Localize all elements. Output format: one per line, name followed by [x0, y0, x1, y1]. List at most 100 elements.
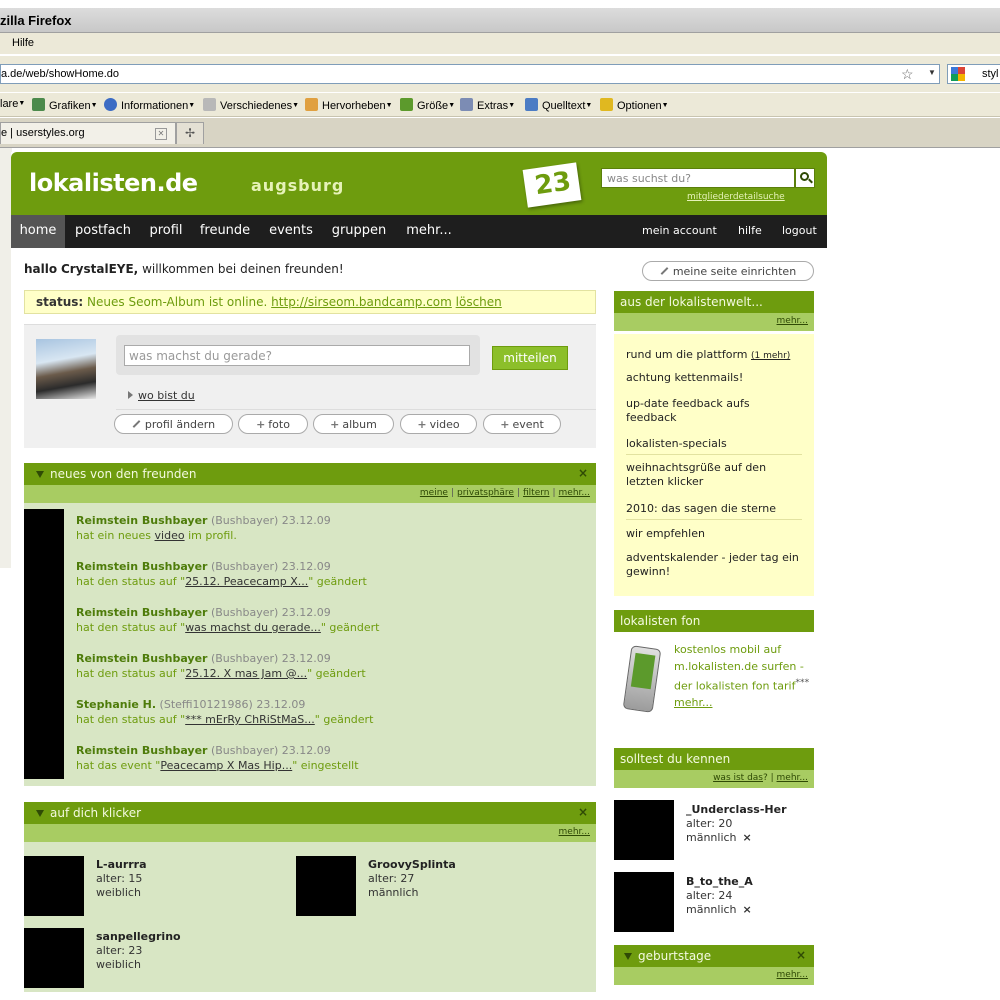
- nav-logout[interactable]: logout: [782, 224, 817, 237]
- avatar[interactable]: [36, 339, 96, 399]
- feed-user-name[interactable]: Reimstein Bushbayer: [76, 514, 207, 527]
- tab-userstyles[interactable]: e | userstyles.org ✕: [0, 122, 176, 144]
- edit-profile-button[interactable]: profil ändern: [114, 414, 233, 434]
- video-button[interactable]: + video: [400, 414, 477, 434]
- suggestion-name[interactable]: _Underclass-Her: [686, 803, 787, 816]
- news-item[interactable]: wir empfehlen: [626, 527, 802, 541]
- feed-link-privacy[interactable]: privatsphäre: [457, 488, 514, 498]
- fon-text[interactable]: kostenlos mobil auf m.lokalisten.de surf…: [674, 642, 814, 712]
- close-icon[interactable]: ×: [578, 466, 588, 480]
- nav-postfach[interactable]: postfach: [67, 215, 139, 248]
- news-item[interactable]: weihnachtsgrüße auf den letzten klicker: [626, 461, 802, 489]
- feed-item-link[interactable]: was machst du gerade...: [185, 621, 321, 634]
- menu-help[interactable]: Hilfe: [12, 37, 34, 49]
- suggest-more-link[interactable]: mehr...: [777, 773, 808, 783]
- news-item[interactable]: 2010: das sagen die sterne: [626, 502, 802, 516]
- share-button[interactable]: mitteilen: [492, 346, 568, 370]
- nav-profil[interactable]: profil: [141, 215, 191, 248]
- photo-button[interactable]: + foto: [238, 414, 308, 434]
- nav-more[interactable]: mehr...: [399, 215, 459, 248]
- suggestion-name[interactable]: B_to_the_A: [686, 875, 753, 888]
- news-item[interactable]: lokalisten-specials: [626, 437, 802, 451]
- toolbar-item-tools[interactable]: Extras▼: [460, 98, 515, 112]
- feed-item-link[interactable]: *** mErRy ChRiStMaS...: [185, 713, 315, 726]
- visitor-avatar[interactable]: [24, 856, 84, 916]
- dismiss-icon[interactable]: ×: [743, 903, 752, 916]
- event-button[interactable]: + event: [483, 414, 561, 434]
- suggestion-avatar[interactable]: [614, 800, 674, 860]
- nav-freunde[interactable]: freunde: [194, 215, 256, 248]
- visitor-avatar[interactable]: [24, 928, 84, 988]
- browser-search-box[interactable]: styl: [947, 64, 1000, 84]
- search-icon[interactable]: [795, 168, 815, 188]
- toolbar-item-images[interactable]: Grafiken▼: [32, 98, 98, 112]
- pen-icon: [305, 98, 318, 111]
- visitors-header[interactable]: auf dich klicker ×: [24, 802, 596, 824]
- feed-user-name[interactable]: Reimstein Bushbayer: [76, 652, 207, 665]
- site-logo[interactable]: lokalisten.de: [29, 169, 198, 197]
- status-link[interactable]: http://sirseom.bandcamp.com: [271, 295, 452, 309]
- url-bar[interactable]: a.de/web/showHome.do ☆ ▼: [0, 64, 940, 84]
- toolbar-item-information[interactable]: Informationen▼: [104, 98, 195, 112]
- nav-my-account[interactable]: mein account: [642, 224, 717, 237]
- suggest-header[interactable]: solltest du kennen: [614, 748, 814, 770]
- feed-link-more[interactable]: mehr...: [559, 488, 590, 498]
- toolbar-item-source[interactable]: Quelltext▼: [525, 98, 592, 112]
- feed-item-link[interactable]: 25.12. Peacecamp X...: [185, 575, 308, 588]
- status-input[interactable]: was machst du gerade?: [124, 345, 470, 366]
- collapse-icon[interactable]: [36, 471, 44, 478]
- feed-link-mine[interactable]: meine: [420, 488, 448, 498]
- news-item-more[interactable]: (1 mehr): [751, 351, 790, 361]
- visitor-name[interactable]: GroovySplinta: [368, 858, 456, 871]
- feed-header[interactable]: neues von den freunden ×: [24, 463, 596, 485]
- setup-page-button[interactable]: meine seite einrichten: [642, 261, 814, 281]
- nav-home[interactable]: home: [11, 215, 65, 248]
- feed-user-name[interactable]: Reimstein Bushbayer: [76, 744, 207, 757]
- news-item[interactable]: up-date feedback aufs feedback: [626, 397, 802, 425]
- tab-close-icon[interactable]: ✕: [155, 128, 167, 140]
- birthdays-header[interactable]: geburtstage ×: [614, 945, 814, 967]
- close-icon[interactable]: ×: [578, 805, 588, 819]
- suggest-what-link[interactable]: was ist das: [713, 773, 763, 783]
- nav-events[interactable]: events: [263, 215, 319, 248]
- news-more-link[interactable]: mehr...: [777, 316, 808, 326]
- new-tab-icon[interactable]: ✢: [176, 122, 204, 144]
- location-toggle[interactable]: wo bist du: [128, 389, 195, 402]
- site-search-input[interactable]: was suchst du?: [601, 168, 795, 188]
- suggestion-avatar[interactable]: [614, 872, 674, 932]
- news-header[interactable]: aus der lokalistenwelt...: [614, 291, 814, 313]
- member-search-link[interactable]: mitgliederdetailsuche: [687, 192, 785, 202]
- album-button[interactable]: + album: [313, 414, 394, 434]
- collapse-icon[interactable]: [624, 953, 632, 960]
- dismiss-icon[interactable]: ×: [743, 831, 752, 844]
- feed-link-filter[interactable]: filtern: [523, 488, 549, 498]
- news-item[interactable]: achtung kettenmails!: [626, 371, 802, 385]
- feed-user-name[interactable]: Reimstein Bushbayer: [76, 560, 207, 573]
- visitor-avatar[interactable]: [296, 856, 356, 916]
- collapse-icon[interactable]: [36, 810, 44, 817]
- feed-user-name[interactable]: Reimstein Bushbayer: [76, 606, 207, 619]
- birthdays-more-link[interactable]: mehr...: [777, 970, 808, 980]
- toolbar-item-resize[interactable]: Größe▼: [400, 98, 455, 112]
- news-item[interactable]: adventskalender - jeder tag ein gewinn!: [626, 551, 802, 579]
- feed-user-name[interactable]: Stephanie H.: [76, 698, 156, 711]
- news-item[interactable]: rund um die plattform (1 mehr): [626, 348, 802, 363]
- toolbar-item-outline[interactable]: Hervorheben▼: [305, 98, 393, 112]
- visitor-name[interactable]: L-aurrra: [96, 858, 147, 871]
- status-delete-link[interactable]: löschen: [456, 295, 502, 309]
- bookmark-star-icon[interactable]: ☆: [901, 66, 914, 83]
- nav-help[interactable]: hilfe: [738, 224, 762, 237]
- feed-item-link[interactable]: Peacecamp X Mas Hip...: [160, 759, 292, 772]
- visitors-more-link[interactable]: mehr...: [559, 827, 590, 837]
- toolbar-item-misc[interactable]: Verschiedenes▼: [203, 98, 299, 112]
- visitor-name[interactable]: sanpellegrino: [96, 930, 181, 943]
- url-dropdown-icon[interactable]: ▼: [928, 68, 936, 77]
- fon-header[interactable]: lokalisten fon: [614, 610, 814, 632]
- toolbar-item-options[interactable]: Optionen▼: [600, 98, 669, 112]
- fon-more-link[interactable]: mehr...: [674, 696, 712, 709]
- close-icon[interactable]: ×: [796, 948, 806, 962]
- toolbar-item-forms[interactable]: lare▼: [0, 98, 25, 110]
- nav-gruppen[interactable]: gruppen: [327, 215, 391, 248]
- feed-item-link[interactable]: video: [155, 529, 185, 542]
- feed-item-link[interactable]: 25.12. X mas Jam @...: [185, 667, 307, 680]
